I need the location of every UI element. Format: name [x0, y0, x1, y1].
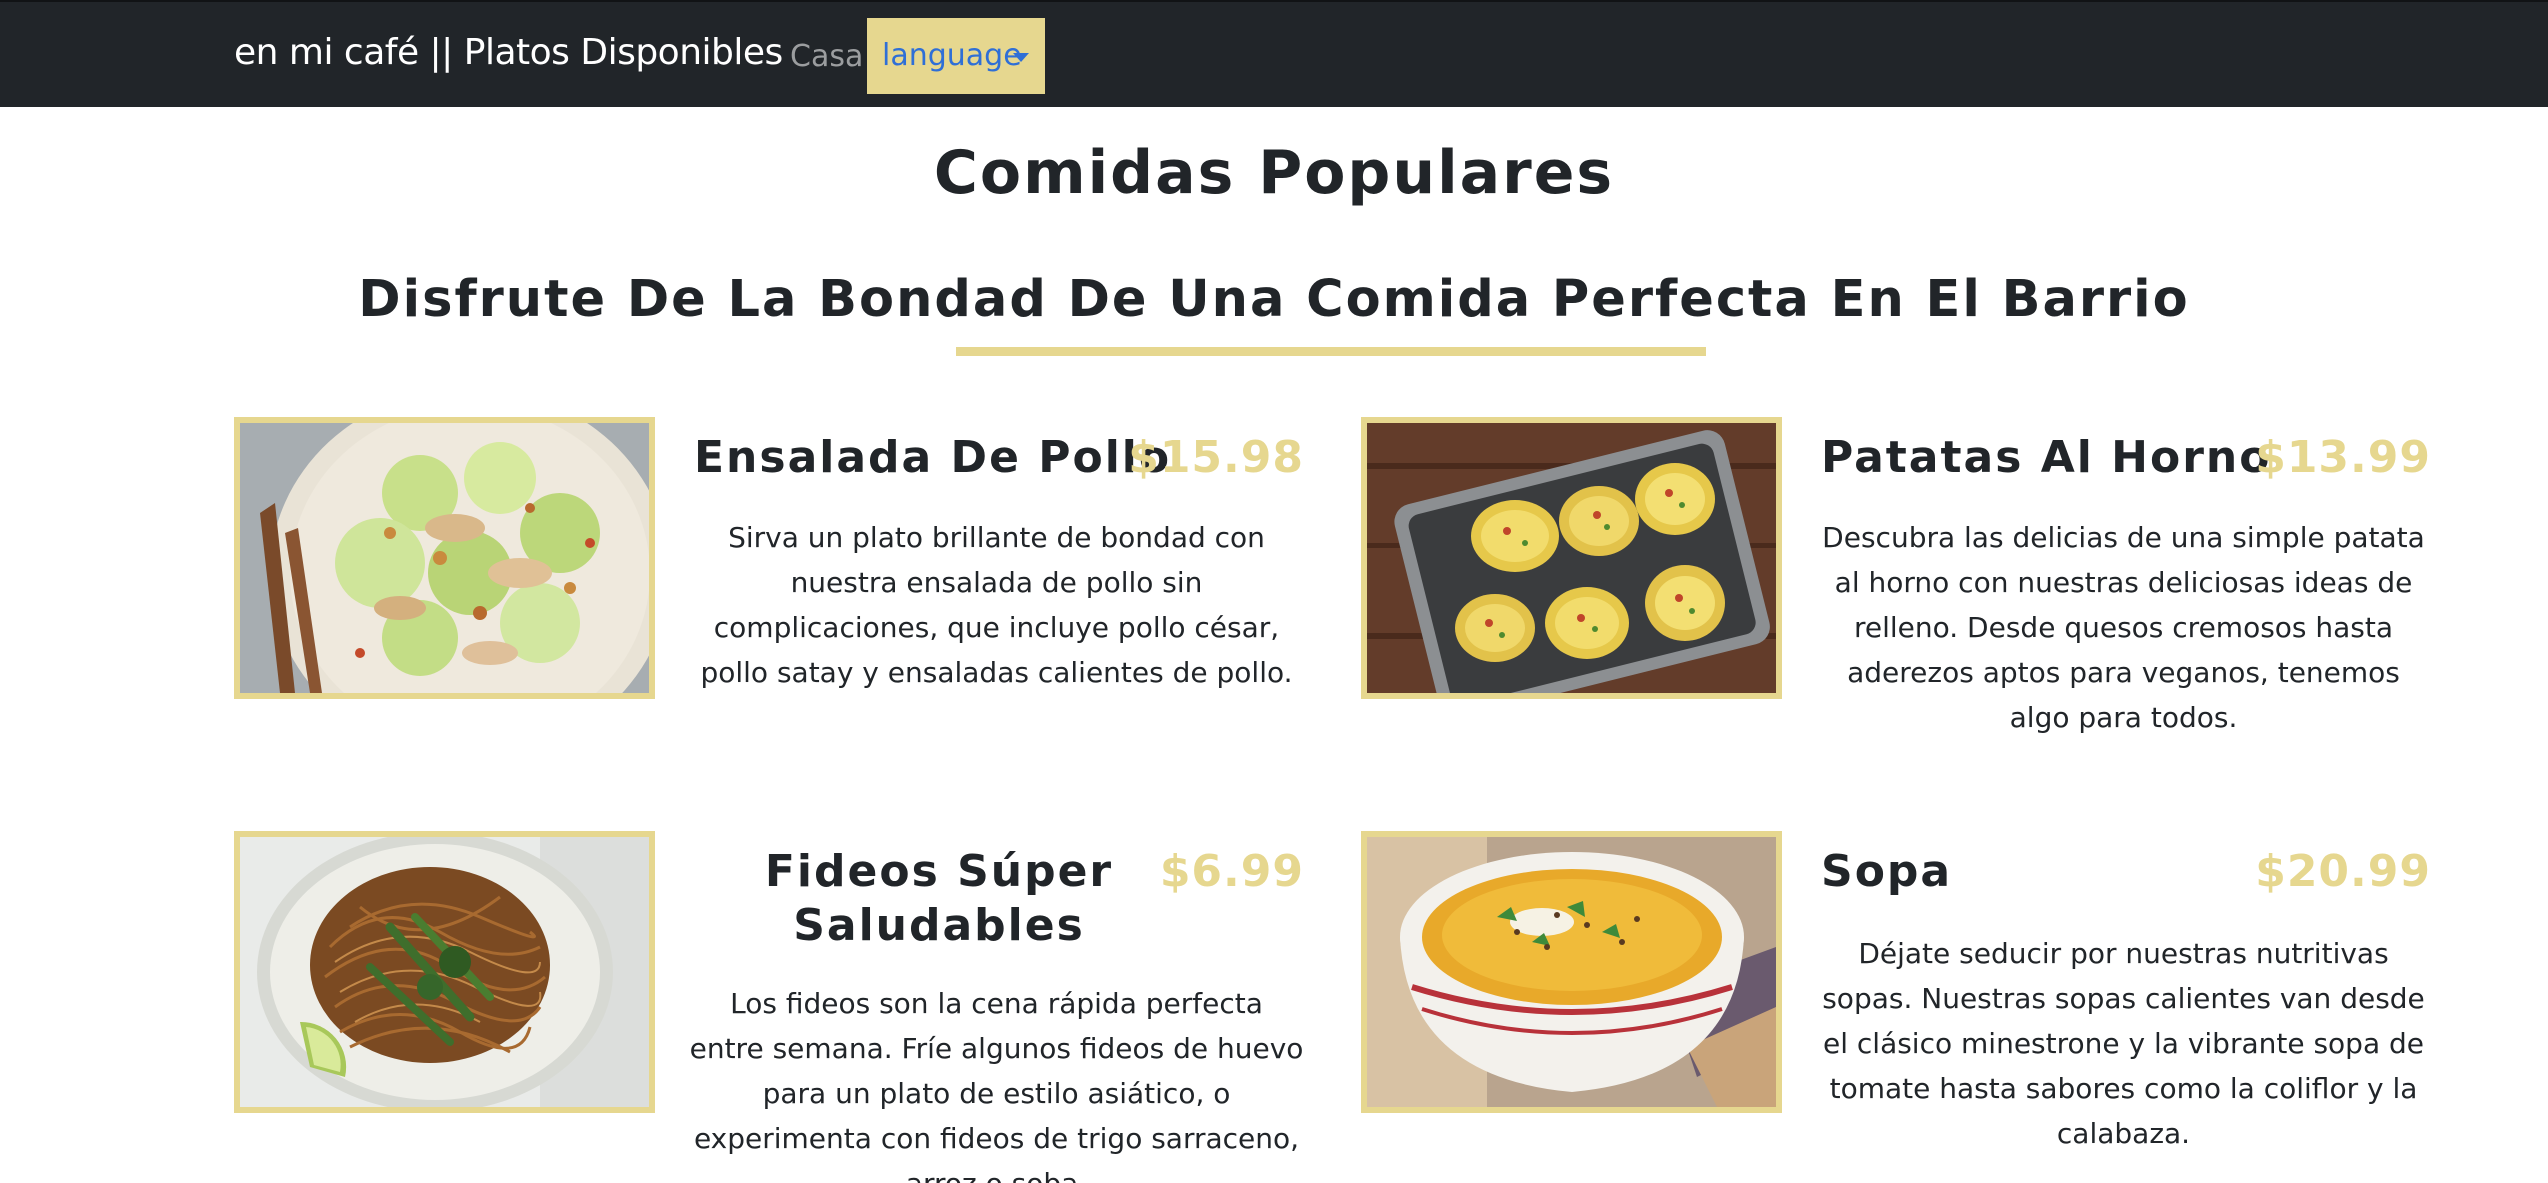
dish-price: $13.99 [2255, 432, 2431, 483]
salad-image [240, 423, 649, 693]
dish-photo-patatas[interactable] [1361, 417, 1782, 699]
dish-card-fideos: Fideos Súper Saludables $6.99 Los fideos… [234, 831, 1304, 1183]
dish-card-sopa: Sopa $20.99 Déjate seducir por nuestras … [1361, 831, 2431, 1183]
top-navbar: en mi café || Platos Disponibles Casa la… [0, 0, 2548, 107]
dish-photo-sopa[interactable] [1361, 831, 1782, 1113]
dish-name: Sopa [1821, 846, 1953, 897]
dish-card-ensalada: Ensalada De Pollo $15.98 Sirva un plato … [234, 417, 1304, 797]
dish-name: Ensalada De Pollo [694, 432, 1172, 483]
dish-photo-ensalada[interactable] [234, 417, 655, 699]
dish-photo-fideos[interactable] [234, 831, 655, 1113]
dish-description: Sirva un plato brillante de bondad con n… [700, 521, 1293, 689]
dish-description: Descubra las delicias de una simple pata… [1822, 521, 2425, 734]
dish-name: Patatas Al Horno [1821, 432, 2272, 483]
page-title: Comidas Populares [933, 138, 1615, 208]
dish-description: Déjate seducir por nuestras nutritivas s… [1822, 937, 2425, 1150]
dish-price: $15.98 [1128, 432, 1304, 483]
soup-image [1367, 837, 1776, 1107]
nav-link-home[interactable]: Casa [790, 39, 863, 74]
dish-price: $20.99 [2255, 846, 2431, 897]
subtitle-underline-divider [956, 347, 1706, 356]
dish-price: $6.99 [1159, 846, 1304, 897]
baked-potatoes-image [1367, 423, 1776, 693]
language-dropdown[interactable]: language [867, 18, 1045, 94]
dish-name: Fideos Súper Saludables [764, 846, 1114, 951]
page-subtitle: Disfrute De La Bondad De Una Comida Perf… [358, 270, 2190, 329]
language-dropdown-label: language [882, 38, 1022, 73]
noodles-image [240, 837, 649, 1107]
navbar-brand[interactable]: en mi café || Platos Disponibles [234, 32, 783, 73]
dish-description: Los fideos son la cena rápida perfecta e… [689, 987, 1304, 1183]
dish-card-patatas: Patatas Al Horno $13.99 Descubra las del… [1361, 417, 2431, 797]
caret-down-icon [1013, 53, 1029, 62]
